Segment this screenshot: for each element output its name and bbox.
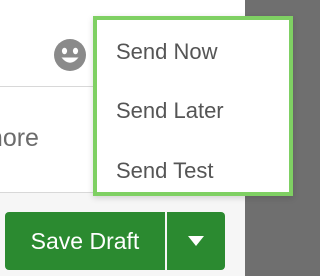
caret-down-icon — [188, 236, 204, 246]
smiley-face-icon[interactable] — [53, 38, 87, 72]
menu-item-send-test[interactable]: Send Test — [116, 160, 213, 182]
send-options-toggle[interactable] — [167, 212, 225, 270]
save-draft-button[interactable]: Save Draft — [5, 212, 165, 270]
send-options-menu: Send Now Send Later Send Test — [93, 16, 293, 196]
menu-item-send-now[interactable]: Send Now — [116, 41, 218, 63]
menu-item-send-later[interactable]: Send Later — [116, 100, 224, 122]
more-options-label: more — [0, 126, 39, 151]
